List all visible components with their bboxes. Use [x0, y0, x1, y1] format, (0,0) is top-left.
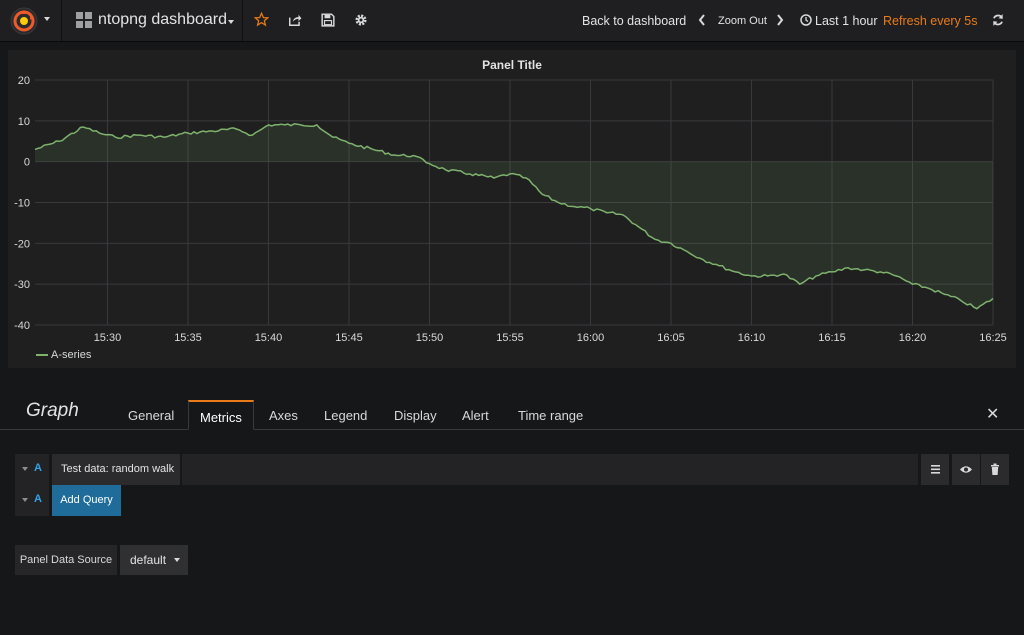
y-tick-label: -30 [14, 279, 30, 291]
editor-title: Graph [26, 400, 79, 421]
x-tick-label: 15:55 [496, 332, 524, 344]
add-query-button[interactable]: Add Query [52, 485, 121, 516]
trash-icon [991, 463, 999, 475]
graph-panel: Panel Title 20 10 0 -10 -20 -30 -40 15:30 15:35 1… [8, 50, 1016, 368]
grafana-logo-menu[interactable] [0, 0, 62, 41]
dashboard-grid-icon [76, 12, 92, 28]
chevron-down-icon [44, 17, 50, 21]
chevron-down-icon [228, 20, 234, 24]
tab-general[interactable]: General [128, 408, 174, 423]
tab-time-range[interactable]: Time range [518, 408, 583, 423]
tab-legend[interactable]: Legend [324, 408, 367, 423]
panel-data-source-value: default [130, 553, 167, 567]
gear-icon[interactable] [354, 13, 368, 27]
y-tick-label: -20 [14, 238, 30, 250]
eye-icon [960, 466, 972, 473]
close-editor-icon[interactable]: ✕ [986, 404, 999, 424]
query-editor-area[interactable] [182, 454, 918, 485]
x-tick-label: 16:20 [899, 332, 927, 344]
tab-alert[interactable]: Alert [462, 408, 489, 423]
panel-data-source-select[interactable]: default [120, 545, 188, 575]
graph-chart[interactable]: 20 10 0 -10 -20 -30 -40 15:30 15:35 15:40 15:45 15:… [8, 50, 1016, 368]
query-toggle[interactable]: A [15, 454, 49, 485]
x-tick-label: 16:10 [738, 332, 766, 344]
tabs-divider [0, 429, 1024, 430]
query-menu-button[interactable] [921, 454, 949, 485]
x-tick-label: 15:45 [335, 332, 363, 344]
query-row: A Test data: random walk [15, 454, 1009, 485]
chevron-down-icon [22, 467, 28, 471]
zoom-out-button[interactable]: Zoom Out [718, 15, 767, 27]
chevron-left-icon[interactable] [698, 14, 706, 26]
query-toggle-visibility-button[interactable] [952, 454, 980, 485]
refresh-interval[interactable]: Refresh every 5s [883, 14, 977, 28]
dashboard-picker[interactable]: ntopng dashboard [63, 0, 243, 41]
refresh-icon[interactable] [991, 13, 1005, 27]
x-tick-label: 15:40 [255, 332, 283, 344]
legend-swatch [36, 354, 48, 357]
x-tick-label: 15:50 [416, 332, 444, 344]
y-tick-label: 20 [18, 75, 30, 87]
top-navbar: ntopng dashboard Back to dashboard Zoom … [0, 0, 1024, 42]
panel-data-source-label: Panel Data Source [15, 545, 117, 575]
chevron-down-icon [174, 558, 180, 562]
time-range-picker[interactable]: Last 1 hour [815, 14, 878, 28]
grafana-logo-icon [10, 7, 38, 35]
series-area [35, 123, 993, 309]
add-query-row: A Add Query [15, 485, 125, 516]
clock-icon [800, 14, 812, 26]
y-tick-label: 10 [18, 116, 30, 128]
y-tick-label: 0 [24, 157, 30, 169]
legend-item[interactable]: A-series [36, 349, 91, 361]
x-tick-label: 16:15 [818, 332, 846, 344]
x-tick-label: 16:25 [979, 332, 1007, 344]
dashboard-title: ntopng dashboard [98, 11, 227, 28]
back-to-dashboard-link[interactable]: Back to dashboard [582, 14, 686, 28]
x-tick-label: 16:05 [657, 332, 685, 344]
y-tick-label: -40 [14, 320, 30, 332]
save-icon[interactable] [321, 13, 335, 27]
query-delete-button[interactable] [981, 454, 1009, 485]
share-icon[interactable] [288, 13, 302, 27]
tab-axes[interactable]: Axes [269, 408, 298, 423]
x-tick-label: 15:30 [94, 332, 122, 344]
x-tick-label: 15:35 [174, 332, 202, 344]
x-tick-label: 16:00 [577, 332, 605, 344]
add-query-toggle[interactable]: A [15, 485, 49, 516]
chevron-right-icon[interactable] [776, 14, 784, 26]
tab-display[interactable]: Display [394, 408, 437, 423]
y-tick-label: -10 [14, 198, 30, 210]
query-scenario[interactable]: Test data: random walk [52, 454, 180, 485]
chevron-down-icon [22, 498, 28, 502]
legend-label: A-series [51, 349, 92, 361]
add-query-letter: A [34, 493, 42, 505]
hamburger-icon [931, 465, 940, 474]
query-letter: A [34, 462, 42, 474]
tab-metrics[interactable]: Metrics [188, 400, 254, 430]
star-icon[interactable] [254, 12, 269, 27]
